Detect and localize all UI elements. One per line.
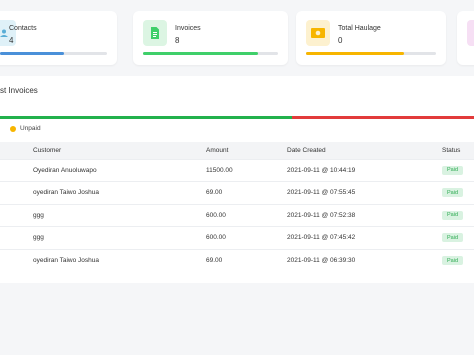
stat-label: Total Haulage	[338, 25, 381, 32]
progress-track	[306, 52, 436, 55]
cell-amount: 600.00	[206, 203, 287, 227]
stat-card-invoices: Invoices 8	[133, 11, 288, 65]
cell-date-created: 2021-09-11 @ 06:39:30	[287, 248, 442, 272]
cell-customer: ggg	[0, 226, 206, 249]
legend-label: Unpaid	[20, 125, 41, 132]
stat-icon	[467, 20, 474, 46]
cell-status: Paid	[442, 248, 474, 272]
progress-fill	[306, 52, 404, 55]
cell-amount: 69.00	[206, 181, 287, 204]
status-badge: Paid	[442, 165, 464, 175]
contacts-icon	[0, 20, 16, 46]
progress-fill	[143, 52, 258, 55]
progress-fill	[0, 52, 65, 55]
stat-value: 4	[9, 36, 14, 45]
cell-date-created: 2021-09-11 @ 07:52:38	[287, 203, 442, 227]
stat-card-partial	[457, 11, 474, 65]
unpaid-dot-icon	[10, 125, 16, 132]
cell-date-created: 2021-09-11 @ 10:44:19	[287, 158, 442, 182]
status-badge: Paid	[442, 256, 464, 265]
status-badge: Paid	[442, 188, 464, 198]
table-row[interactable]: ggg 600.00 2021-09-11 @ 07:52:38 Paid	[0, 203, 474, 227]
stat-value: 8	[175, 36, 180, 45]
cell-status: Paid	[442, 226, 474, 249]
recent-invoices-panel: st Invoices Unpaid Customer Amount Date …	[0, 76, 474, 283]
col-date-created[interactable]: Date Created	[287, 142, 442, 159]
cell-date-created: 2021-09-11 @ 07:45:42	[287, 226, 442, 249]
stat-value: 0	[338, 36, 343, 45]
col-customer[interactable]: Customer	[0, 142, 206, 159]
stat-card-total-haulage: Total Haulage 0	[296, 11, 446, 65]
cash-icon	[306, 20, 330, 46]
cell-customer: oyediran Taiwo Joshua	[0, 181, 206, 204]
cell-amount: 600.00	[206, 226, 287, 249]
table-row[interactable]: oyediran Taiwo Joshua 69.00 2021-09-11 @ 0…	[0, 248, 474, 272]
cell-status: Paid	[442, 181, 474, 204]
progress-track	[143, 52, 278, 55]
stat-label: Invoices	[175, 25, 201, 32]
table-row[interactable]: Oyediran Anuoluwapo 11500.00 2021-09-11 @ …	[0, 158, 474, 182]
paid-unpaid-bar	[0, 116, 474, 119]
cell-customer: oyediran Taiwo Joshua	[0, 248, 206, 272]
panel-title: st Invoices	[0, 86, 38, 95]
cell-status: Paid	[442, 158, 474, 182]
cell-status: Paid	[442, 203, 474, 227]
stat-label: Contacts	[9, 25, 37, 32]
invoices-table: Customer Amount Date Created Status Oyed…	[0, 142, 474, 272]
cell-customer: Oyediran Anuoluwapo	[0, 158, 206, 182]
legend-unpaid: Unpaid	[10, 125, 41, 132]
col-status[interactable]: Status	[442, 142, 474, 159]
cell-customer: ggg	[0, 203, 206, 227]
table-header-row: Customer Amount Date Created Status	[0, 142, 474, 159]
status-badge: Paid	[442, 210, 464, 220]
progress-track	[0, 52, 107, 55]
paid-segment	[0, 116, 292, 119]
stat-card-contacts: Contacts 4	[0, 11, 117, 65]
col-amount[interactable]: Amount	[206, 142, 287, 159]
cell-date-created: 2021-09-11 @ 07:55:45	[287, 181, 442, 204]
invoice-doc-icon	[143, 20, 167, 46]
status-badge: Paid	[442, 233, 464, 243]
table-row[interactable]: ggg 600.00 2021-09-11 @ 07:45:42 Paid	[0, 226, 474, 249]
cell-amount: 11500.00	[206, 158, 287, 182]
unpaid-segment	[291, 116, 474, 119]
cell-amount: 69.00	[206, 248, 287, 272]
table-row[interactable]: oyediran Taiwo Joshua 69.00 2021-09-11 @ 0…	[0, 181, 474, 204]
